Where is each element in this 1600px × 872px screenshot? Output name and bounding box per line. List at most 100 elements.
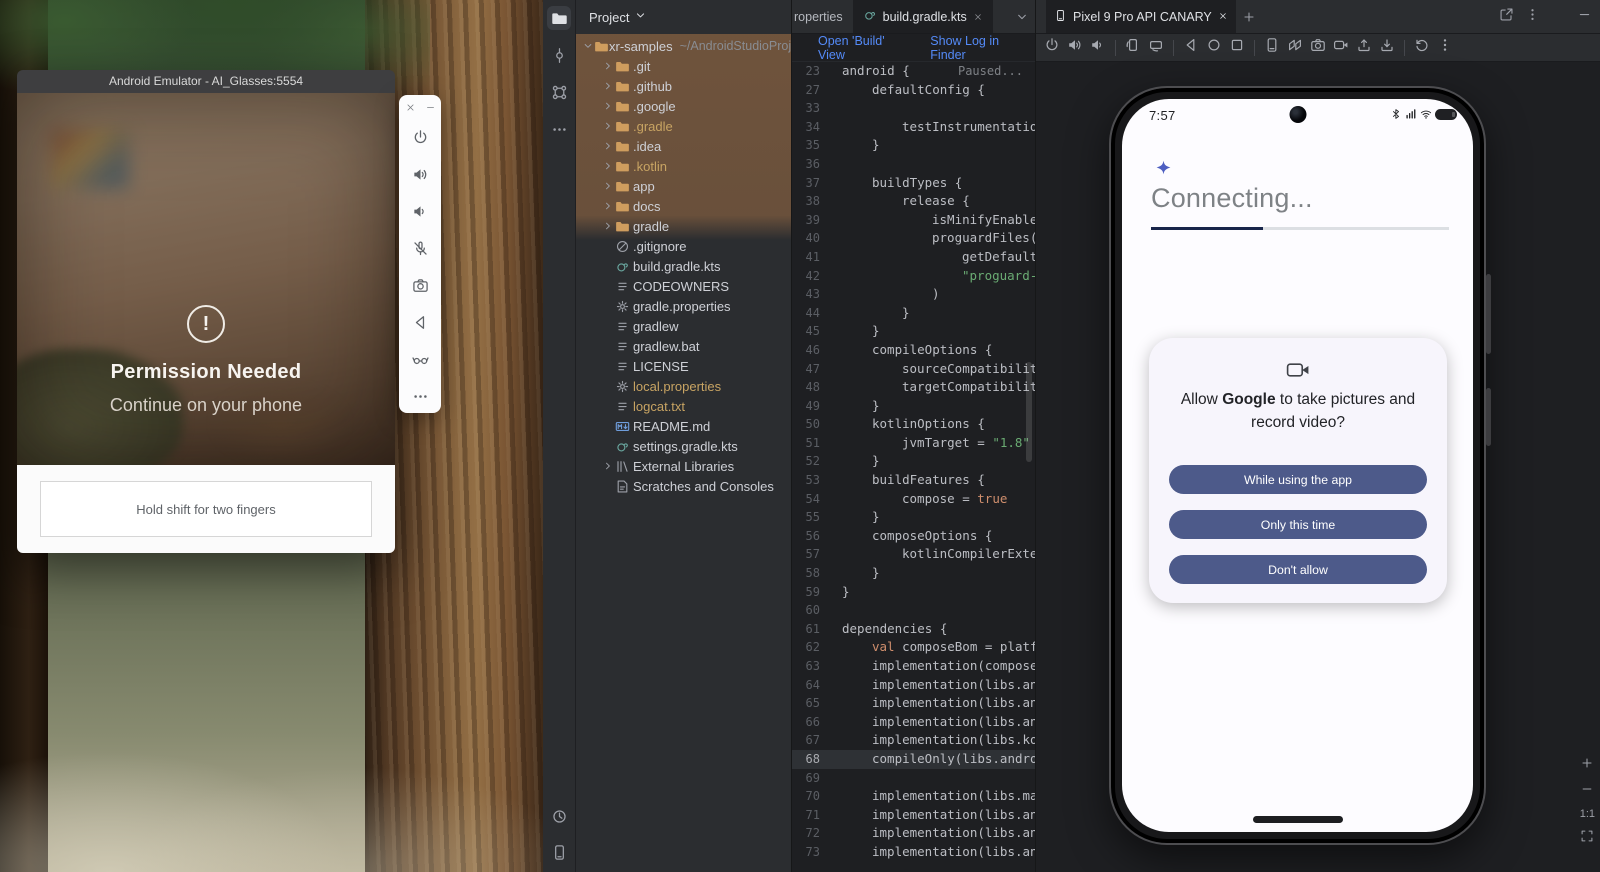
device-rotate-portrait-button[interactable] [1125, 37, 1141, 58]
code-line[interactable]: 45} [792, 322, 1035, 341]
device-volume-down-button[interactable] [1090, 37, 1106, 58]
code-line[interactable]: 59} [792, 583, 1035, 602]
tree-item-settings-gradle-kts[interactable]: settings.gradle.kts [576, 436, 791, 456]
permission-only-this-time-button[interactable]: Only this time [1169, 510, 1427, 539]
code-line[interactable]: 34testInstrumentationR [792, 118, 1035, 137]
code-line[interactable]: 52} [792, 452, 1035, 471]
device-fold-button[interactable] [1287, 37, 1303, 58]
chevron-right-icon[interactable] [602, 200, 614, 212]
tree-item-gradle-properties[interactable]: gradle.properties [576, 296, 791, 316]
zoom-fit-button[interactable] [1580, 829, 1594, 846]
tab-build-gradle-kts[interactable]: build.gradle.kts [853, 0, 993, 33]
device-download-button[interactable] [1379, 37, 1395, 58]
tab-pixel-9-pro[interactable]: Pixel 9 Pro API CANARY [1046, 0, 1236, 33]
emulator-camera-button[interactable] [399, 267, 441, 304]
chevron-right-icon[interactable] [602, 220, 614, 232]
tree-item-gradle[interactable]: .gradle [576, 116, 791, 136]
code-line[interactable]: 49} [792, 397, 1035, 416]
device-rotate-landscape-button[interactable] [1148, 37, 1164, 58]
tree-item-scratches-and-consoles[interactable]: Scratches and Consoles [576, 476, 791, 496]
code-line[interactable]: 42"proguard-ru [792, 267, 1035, 286]
editor-scrollbar[interactable] [1026, 362, 1032, 462]
tab-gradle-properties[interactable]: roperties [792, 0, 853, 33]
tree-item-app[interactable]: app [576, 176, 791, 196]
code-line[interactable]: 72implementation(libs.andr [792, 824, 1035, 843]
code-line[interactable]: 38release { [792, 192, 1035, 211]
code-line[interactable]: 65implementation(libs.andr [792, 694, 1035, 713]
device-screenshot-button[interactable] [1264, 37, 1280, 58]
code-line[interactable]: 66implementation(libs.andr [792, 713, 1035, 732]
tree-item-external-libraries[interactable]: External Libraries [576, 456, 791, 476]
device-upload-button[interactable] [1356, 37, 1372, 58]
code-line[interactable]: 43) [792, 285, 1035, 304]
device-power-button[interactable] [1044, 37, 1060, 58]
device-restore-button[interactable] [1414, 37, 1430, 58]
emulator-volume-up-button[interactable] [399, 156, 441, 193]
code-line[interactable]: 35} [792, 136, 1035, 155]
home-indicator[interactable] [1253, 816, 1343, 823]
chevron-right-icon[interactable] [602, 140, 614, 152]
external-icon[interactable] [1499, 7, 1514, 22]
code-line[interactable]: 37buildTypes { [792, 174, 1035, 193]
permission-don-t-allow-button[interactable]: Don't allow [1169, 555, 1427, 584]
code-editor[interactable]: Paused... 23android {27defaultConfig {33… [792, 62, 1035, 872]
code-line[interactable]: 36 [792, 155, 1035, 174]
code-line[interactable]: 62val composeBom = platfor [792, 638, 1035, 657]
code-line[interactable]: 67implementation(libs.kotl [792, 731, 1035, 750]
code-line[interactable]: 56composeOptions { [792, 527, 1035, 546]
zoom-ratio-label[interactable]: 1:1 [1580, 808, 1595, 820]
tree-item-build-gradle-kts[interactable]: build.gradle.kts [576, 256, 791, 276]
open-in-window-button[interactable] [1499, 7, 1514, 27]
tree-item-gradlew[interactable]: gradlew [576, 316, 791, 336]
more-vert-icon[interactable] [1525, 7, 1540, 22]
tree-item-local-properties[interactable]: local.properties [576, 376, 791, 396]
minus-icon[interactable] [1577, 7, 1592, 22]
tree-item-kotlin[interactable]: .kotlin [576, 156, 791, 176]
emulator-glasses-button[interactable] [399, 341, 441, 378]
tree-item-logcat-txt[interactable]: logcat.txt [576, 396, 791, 416]
phone-screen[interactable]: 7:57 Connecting... Allow Google to take … [1122, 99, 1473, 832]
code-line[interactable]: 71implementation(libs.andr [792, 806, 1035, 825]
code-line[interactable]: 70implementation(libs.mate [792, 787, 1035, 806]
code-line[interactable]: 41getDefaultPr [792, 248, 1035, 267]
emulator-power-button[interactable] [399, 119, 441, 156]
project-panel-header[interactable]: Project [576, 0, 791, 34]
emulator-minus-button[interactable] [425, 100, 436, 118]
tree-item-docs[interactable]: docs [576, 196, 791, 216]
emulator-mic-off-button[interactable] [399, 230, 441, 267]
tool-strip-structure-button[interactable] [547, 80, 571, 104]
code-line[interactable]: 69 [792, 769, 1035, 788]
code-line[interactable]: 50kotlinOptions { [792, 415, 1035, 434]
tool-strip-device-phone-button[interactable] [547, 840, 571, 864]
tree-item-license[interactable]: LICENSE [576, 356, 791, 376]
tree-item-xr-samples[interactable]: xr-samples~/AndroidStudioProj [576, 36, 791, 56]
code-line[interactable]: 39isMinifyEnabled [792, 211, 1035, 230]
device-home-circle-button[interactable] [1206, 37, 1222, 58]
hide-panel-button[interactable] [1577, 7, 1592, 27]
code-line[interactable]: 51jvmTarget = "1.8" [792, 434, 1035, 453]
code-line[interactable]: 27defaultConfig { [792, 81, 1035, 100]
code-line[interactable]: 44} [792, 304, 1035, 323]
code-line[interactable]: 73implementation(libs.andr [792, 843, 1035, 862]
tree-item-gradle[interactable]: gradle [576, 216, 791, 236]
code-line[interactable]: 47sourceCompatibility [792, 360, 1035, 379]
chevron-right-icon[interactable] [602, 60, 614, 72]
device-volume-up-button[interactable] [1067, 37, 1083, 58]
emulator-more-horiz-button[interactable] [399, 378, 441, 415]
code-line[interactable]: 46compileOptions { [792, 341, 1035, 360]
tree-item-gradlew-bat[interactable]: gradlew.bat [576, 336, 791, 356]
code-line[interactable]: 33 [792, 99, 1035, 118]
chevron-down-icon[interactable] [1015, 10, 1029, 24]
emulator-back-button[interactable] [399, 304, 441, 341]
permission-while-using-the-app-button[interactable]: While using the app [1169, 465, 1427, 494]
device-overview-square-button[interactable] [1229, 37, 1245, 58]
code-line[interactable]: 57kotlinCompilerExtens [792, 545, 1035, 564]
chevron-right-icon[interactable] [602, 100, 614, 112]
zoom-out-button[interactable] [1580, 782, 1594, 799]
plus-icon[interactable] [1242, 10, 1256, 24]
code-line[interactable]: 60 [792, 601, 1035, 620]
code-line[interactable]: 53buildFeatures { [792, 471, 1035, 490]
code-line[interactable]: 54compose = true [792, 490, 1035, 509]
chevron-down-icon[interactable] [634, 9, 647, 22]
code-line[interactable]: 64implementation(libs.andr [792, 676, 1035, 695]
